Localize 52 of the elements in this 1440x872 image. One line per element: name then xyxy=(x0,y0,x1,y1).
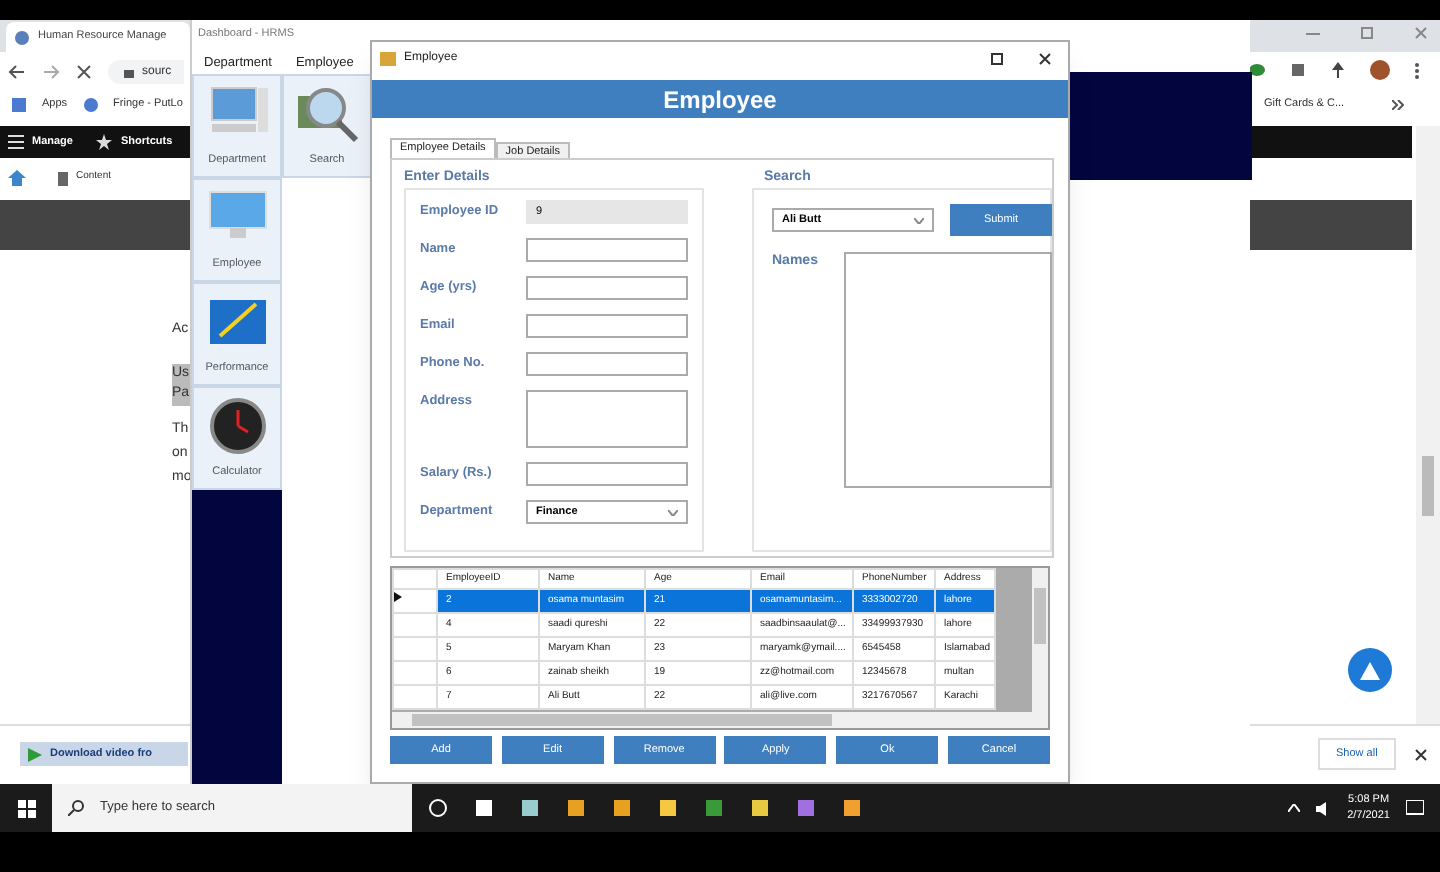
text-area[interactable] xyxy=(526,390,688,448)
maximize-icon xyxy=(1360,26,1374,40)
windows-logo-icon xyxy=(17,799,35,817)
input-field[interactable] xyxy=(526,462,688,486)
row-pointer-icon xyxy=(394,592,402,603)
header-title: Employee xyxy=(663,83,777,117)
names-list[interactable] xyxy=(844,252,1052,488)
back-arrow-icon xyxy=(8,64,26,80)
close-icon xyxy=(1414,748,1428,762)
menu-icon xyxy=(8,134,24,150)
close-icon xyxy=(1414,26,1428,40)
search-icon xyxy=(293,83,361,144)
input-field[interactable] xyxy=(526,238,688,262)
avatar-icon xyxy=(1370,60,1390,80)
scrollbar[interactable] xyxy=(392,712,1048,728)
globe-icon xyxy=(83,97,98,112)
grid-icon xyxy=(12,97,26,112)
home-icon xyxy=(8,170,26,186)
maximize-icon xyxy=(990,52,1004,66)
more-icon xyxy=(1414,61,1420,79)
speaker-icon xyxy=(1315,801,1332,815)
globe-icon xyxy=(14,29,30,45)
forward-arrow-icon xyxy=(42,64,60,80)
chevron-icon xyxy=(1392,99,1405,110)
app-icon xyxy=(380,52,396,66)
chevron-down-icon xyxy=(668,509,678,515)
input-field[interactable] xyxy=(526,352,688,376)
play-icon xyxy=(28,747,42,761)
triangle-icon xyxy=(1360,661,1380,679)
page-icon xyxy=(58,171,68,185)
notification-icon xyxy=(1406,800,1424,816)
close-icon xyxy=(1038,52,1052,66)
app-icon xyxy=(750,798,770,818)
chevron-up-icon xyxy=(1287,804,1300,812)
app-icon xyxy=(520,798,540,818)
floating-action-button[interactable] xyxy=(1348,648,1392,692)
scrollbar[interactable] xyxy=(1416,126,1440,726)
star-icon xyxy=(96,134,113,150)
app-icon xyxy=(796,798,816,818)
scrollbar[interactable] xyxy=(1032,568,1048,714)
app-icon xyxy=(612,798,632,818)
app-icon xyxy=(566,798,586,818)
folder-icon xyxy=(658,798,678,818)
task-view-icon xyxy=(474,798,494,818)
input-field[interactable] xyxy=(526,314,688,338)
input-field[interactable] xyxy=(526,276,688,300)
app-icon xyxy=(842,798,862,818)
circle-icon xyxy=(428,798,448,818)
chevron-down-icon xyxy=(914,217,924,223)
close-icon xyxy=(76,64,92,80)
browser-icon xyxy=(704,798,724,818)
search-icon xyxy=(68,800,84,816)
